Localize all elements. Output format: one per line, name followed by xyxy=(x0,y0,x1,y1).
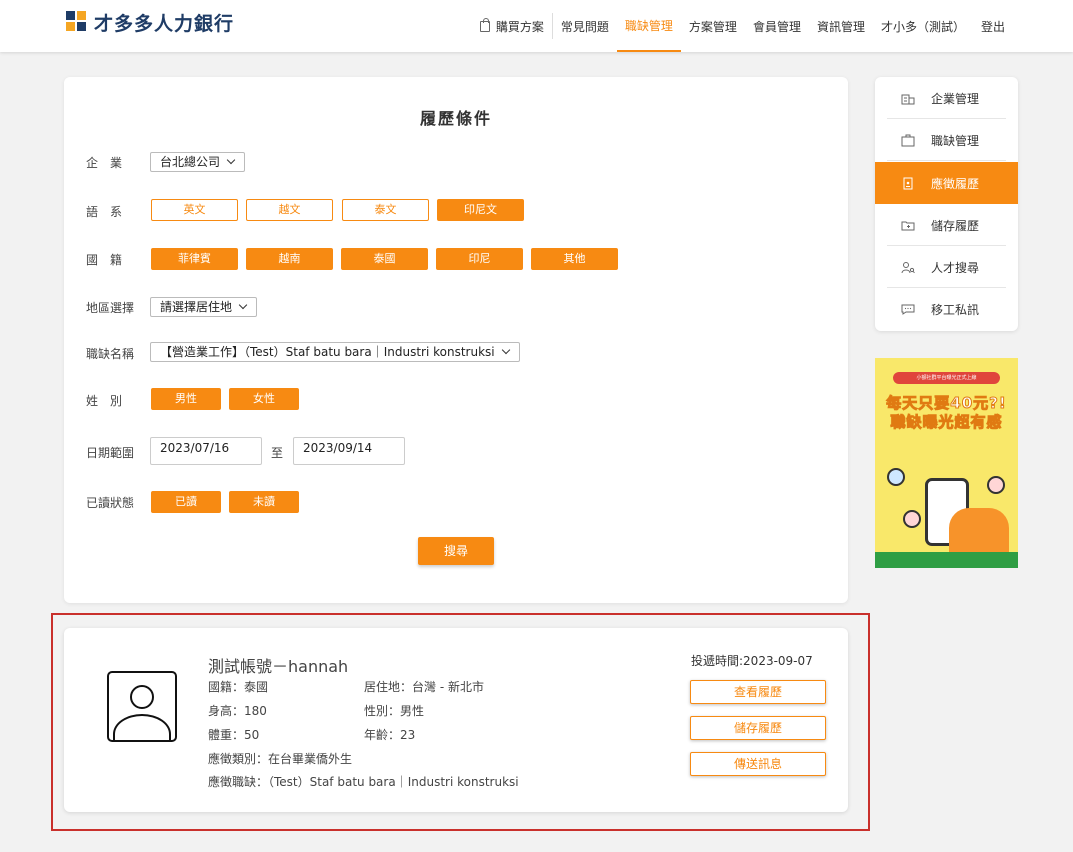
logo-icon xyxy=(66,11,88,33)
read-status-label: 已讀狀態 xyxy=(86,496,135,510)
shopping-bag-icon xyxy=(479,17,490,32)
nationality-option-other[interactable]: 其他 xyxy=(531,248,618,270)
applicant-gender: 性別：男性 xyxy=(364,704,425,718)
applicant-category: 應徵類別：在台畢業僑外生 xyxy=(208,752,353,766)
top-header: 才多多人力銀行 購買方案 常見問題 職缺管理 方案管理 會員管理 資訊管理 才小… xyxy=(0,0,1073,52)
hand-illustration xyxy=(949,508,1009,558)
applicant-residence: 居住地：台灣 - 新北市 xyxy=(364,680,484,694)
sidebar-item-saved-resumes[interactable]: 儲存履歷 xyxy=(875,204,1018,246)
read-option-read[interactable]: 已讀 xyxy=(151,491,221,513)
region-select[interactable]: 請選擇居住地 xyxy=(150,297,258,317)
like-bubble-icon xyxy=(887,468,905,486)
applicant-nationality: 國籍：泰國 xyxy=(208,680,269,694)
resume-icon xyxy=(901,177,915,190)
avatar xyxy=(107,671,177,742)
company-select[interactable]: 台北總公司 xyxy=(150,152,246,172)
chevron-down-icon xyxy=(501,345,510,355)
chevron-down-icon xyxy=(238,300,248,310)
nationality-option-thailand[interactable]: 泰國 xyxy=(341,248,428,270)
language-option-english[interactable]: 英文 xyxy=(151,199,238,221)
applicant-name: 測試帳號－hannah xyxy=(208,657,349,676)
ad-banner[interactable]: 小額社群平台曝光正式上線 每天只要40元?! 職缺曝光超有感 xyxy=(875,358,1018,568)
date-from-input[interactable]: 2023/07/16 xyxy=(150,437,262,465)
view-resume-button[interactable]: 查看履歷 xyxy=(690,680,826,704)
date-to-label: 至 xyxy=(271,446,284,460)
nav-job-management[interactable]: 職缺管理 xyxy=(616,0,681,52)
applicant-weight: 體重：50 xyxy=(208,728,260,742)
send-message-button[interactable]: 傳送訊息 xyxy=(690,752,826,776)
building-icon xyxy=(901,92,915,105)
briefcase-icon xyxy=(901,134,915,147)
ad-headline-1: 每天只要40元?! xyxy=(886,394,1007,413)
search-button[interactable]: 搜尋 xyxy=(418,537,494,565)
sidebar-item-applications[interactable]: 應徵履歷 xyxy=(875,162,1018,204)
avatar-body xyxy=(113,714,171,740)
resume-result-card: 測試帳號－hannah 國籍：泰國 居住地：台灣 - 新北市 身高：180 性別… xyxy=(64,628,848,812)
chevron-down-icon xyxy=(226,155,236,165)
heart-bubble-icon xyxy=(987,476,1005,494)
ad-top-ribbon: 小額社群平台曝光正式上線 xyxy=(893,372,1000,384)
gender-label: 姓 別 xyxy=(86,394,123,408)
nav-user[interactable]: 才小多（測試） xyxy=(873,0,973,52)
logo-text: 才多多人力銀行 xyxy=(94,12,235,35)
language-option-thai[interactable]: 泰文 xyxy=(342,199,429,221)
job-name-select[interactable]: 【營造業工作】（Test）Staf batu bara｜Industri kon… xyxy=(150,342,520,362)
nationality-option-philippines[interactable]: 菲律賓 xyxy=(151,248,238,270)
nav-logout[interactable]: 登出 xyxy=(973,0,1013,52)
nav-faq[interactable]: 常見問題 xyxy=(553,0,617,52)
nav-buy-plan[interactable]: 購買方案 xyxy=(472,0,552,52)
language-option-indonesian[interactable]: 印尼文 xyxy=(437,199,524,221)
company-label: 企 業 xyxy=(86,156,123,170)
date-range-label: 日期範圍 xyxy=(86,446,135,460)
date-to-input[interactable]: 2023/09/14 xyxy=(293,437,405,465)
read-option-unread[interactable]: 未讀 xyxy=(229,491,299,513)
job-name-label: 職缺名稱 xyxy=(86,347,135,361)
filter-title: 履歷條件 xyxy=(419,109,492,128)
sidebar-menu: 企業管理 職缺管理 應徵履歷 儲存履歷 人才搜尋 移工私訊 xyxy=(875,77,1018,331)
chat-icon xyxy=(901,303,915,315)
person-search-icon xyxy=(901,261,915,274)
applicant-job: 應徵職缺：（Test）Staf batu bara｜Industri konst… xyxy=(208,775,519,789)
region-label: 地區選擇 xyxy=(86,301,135,315)
gender-option-male[interactable]: 男性 xyxy=(151,388,221,410)
nationality-option-indonesia[interactable]: 印尼 xyxy=(436,248,523,270)
ad-headline-2: 職缺曝光超有感 xyxy=(890,413,1003,432)
applicant-height: 身高：180 xyxy=(208,704,267,718)
nationality-label: 國 籍 xyxy=(86,253,123,267)
ad-bottom-strip xyxy=(875,552,1018,568)
logo[interactable]: 才多多人力銀行 xyxy=(66,10,235,35)
gender-option-female[interactable]: 女性 xyxy=(229,388,299,410)
applicant-age: 年齡：23 xyxy=(364,728,416,742)
notification-bubble-icon xyxy=(903,510,921,528)
nav-member-management[interactable]: 會員管理 xyxy=(745,0,809,52)
language-label: 語 系 xyxy=(86,205,123,219)
folder-icon xyxy=(901,219,915,231)
sidebar-item-company[interactable]: 企業管理 xyxy=(875,77,1018,119)
resume-filter-card: 履歷條件 企 業 台北總公司 語 系 英文 越文 泰文 印尼文 國 籍 菲律賓 … xyxy=(64,77,848,603)
main-nav: 購買方案 常見問題 職缺管理 方案管理 會員管理 資訊管理 才小多（測試） 登出 xyxy=(472,0,1013,52)
sidebar-item-jobs[interactable]: 職缺管理 xyxy=(875,119,1018,161)
submission-time: 投遞時間:2023-09-07 xyxy=(691,654,813,668)
language-option-vietnamese[interactable]: 越文 xyxy=(246,199,333,221)
sidebar-item-talent-search[interactable]: 人才搜尋 xyxy=(875,246,1018,288)
save-resume-button[interactable]: 儲存履歷 xyxy=(690,716,826,740)
avatar-head xyxy=(130,685,154,709)
sidebar-item-messages[interactable]: 移工私訊 xyxy=(875,288,1018,330)
nationality-option-vietnam[interactable]: 越南 xyxy=(246,248,333,270)
nav-info-management[interactable]: 資訊管理 xyxy=(809,0,873,52)
nav-plan-management[interactable]: 方案管理 xyxy=(681,0,745,52)
